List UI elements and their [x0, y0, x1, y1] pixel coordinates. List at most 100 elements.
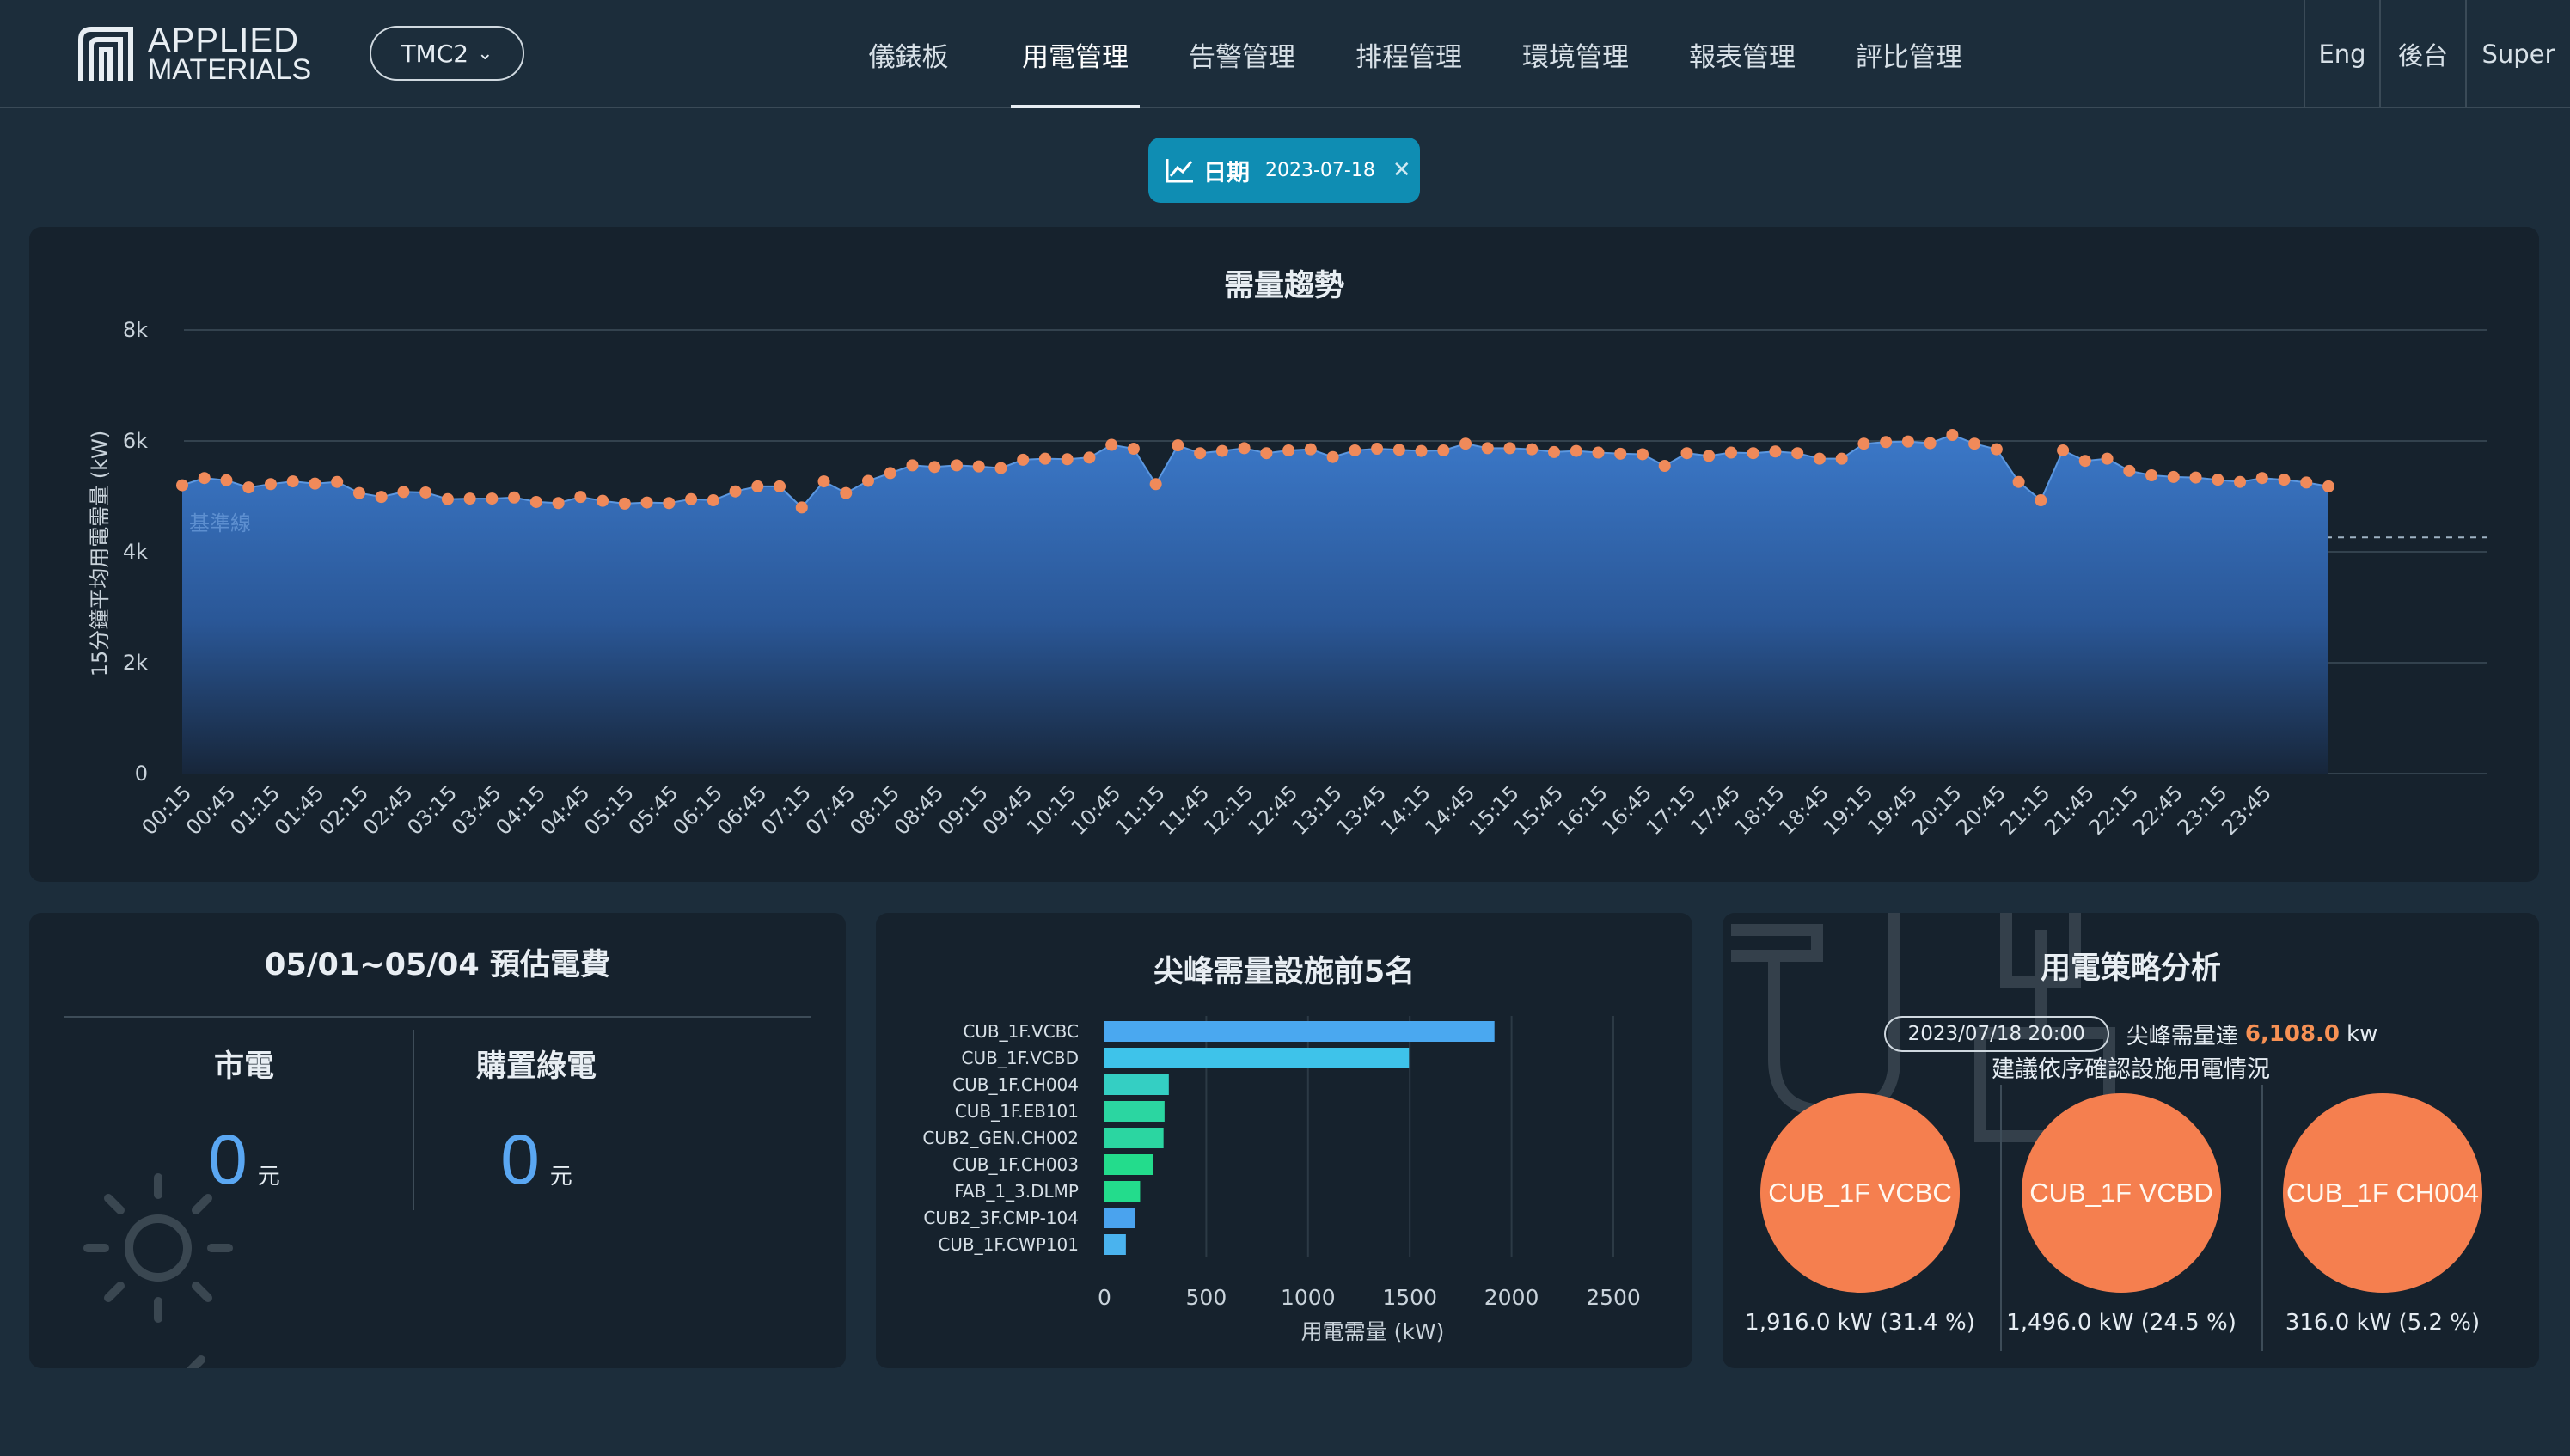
trend-y-tick-label: 4k	[123, 540, 148, 564]
trend-x-tick-label: 15:15	[1465, 780, 1524, 840]
demand-point	[2035, 494, 2047, 507]
demand-point	[1437, 444, 1450, 456]
trend-y-tick-label: 6k	[123, 429, 148, 453]
site-selector-button[interactable]: TMC2 ⌄	[370, 26, 524, 81]
trend-x-tick-label: 16:45	[1598, 780, 1657, 840]
facility-circle-2[interactable]: CUB_1F VCBD	[2022, 1093, 2221, 1293]
strategy-item-2: CUB_1F VCBD 1,496.0 kW (24.5 %)	[1992, 1093, 2250, 1351]
demand-point	[1215, 444, 1228, 457]
demand-point	[663, 497, 676, 510]
trend-x-tick-label: 08:45	[890, 780, 949, 840]
trend-x-tick-label: 04:45	[535, 780, 595, 840]
demand-point	[950, 459, 963, 472]
logo-line-1: APPLIED	[148, 21, 299, 59]
nav-benchmark-management[interactable]: 評比管理	[1826, 0, 1992, 108]
demand-point	[1901, 435, 1914, 448]
trend-x-tick-label: 15:45	[1509, 780, 1569, 840]
bar-category-label: CUB2_3F.CMP-104	[923, 1208, 1079, 1228]
trend-x-tick-label: 23:15	[2173, 780, 2232, 840]
demand-point	[1592, 446, 1605, 459]
bar-x-tick-label: 2500	[1586, 1285, 1641, 1310]
demand-point	[309, 477, 321, 490]
demand-point	[1791, 447, 1804, 460]
nav-alarm-management[interactable]: 告警管理	[1159, 0, 1325, 108]
facility-circle-3[interactable]: CUB_1F CH004	[2283, 1093, 2482, 1293]
chevron-down-icon: ⌄	[477, 42, 493, 64]
demand-point	[618, 497, 631, 510]
demand-point	[508, 491, 521, 504]
peak-summary: 2023/07/18 20:00 尖峰需量達 6,108.0 kw	[1723, 1016, 2539, 1052]
demand-point	[840, 486, 853, 499]
green-power-unit: 元	[549, 1163, 572, 1189]
demand-point	[862, 474, 875, 487]
demand-point	[2234, 475, 2247, 488]
nav-power-management[interactable]: 用電管理	[992, 0, 1159, 108]
demand-area	[182, 435, 2328, 774]
demand-point	[375, 491, 388, 504]
demand-point	[574, 491, 587, 504]
trend-x-tick-label: 02:15	[314, 780, 373, 840]
demand-point	[486, 492, 499, 505]
bar-category-label: CUB_1F.EB101	[955, 1101, 1079, 1122]
trend-x-tick-label: 21:45	[2040, 780, 2099, 840]
trend-x-tick-label: 11:45	[1155, 780, 1215, 840]
nav-environment-management[interactable]: 環境管理	[1492, 0, 1659, 108]
trend-x-tick-label: 13:15	[1288, 780, 1347, 840]
grid-power-value: 0	[208, 1121, 248, 1199]
demand-point	[972, 460, 985, 473]
nav-report-management[interactable]: 報表管理	[1659, 0, 1826, 108]
trend-x-tick-label: 21:15	[1996, 780, 2055, 840]
nav-dashboard[interactable]: 儀錶板	[825, 0, 992, 108]
grid-power-label: 市電	[213, 1049, 274, 1084]
demand-point	[1990, 443, 2003, 456]
top-peak-facilities-panel: 尖峰需量設施前5名 0 500 1000 1500 2000 2500 CUB_1F.VCB…	[876, 913, 1692, 1368]
estimated-fee-panel: 05/01~05/04 預估電費 市電 0元 購置綠電 0元	[29, 913, 846, 1368]
bar-cub2-gen-ch002	[1104, 1128, 1164, 1148]
bar-category-label: CUB_1F.VCBD	[962, 1048, 1079, 1068]
demand-point	[352, 486, 365, 499]
demand-point	[1149, 478, 1162, 491]
bar-x-tick-label: 1500	[1382, 1285, 1437, 1310]
demand-point	[2057, 444, 2070, 456]
demand-point	[1946, 429, 1959, 442]
demand-point	[1194, 447, 1207, 460]
admin-backend-link[interactable]: 後台	[2379, 0, 2465, 108]
clear-date-icon[interactable]: ✕	[1392, 157, 1411, 183]
strategy-item-1: CUB_1F VCBC 1,916.0 kW (31.4 %)	[1731, 1093, 1989, 1351]
bar-fab-1-3-dlmp	[1104, 1181, 1141, 1202]
trend-x-tick-label: 19:15	[1819, 780, 1878, 840]
trend-x-tick-label: 10:45	[1067, 780, 1126, 840]
baseline-label: 基準線	[189, 511, 251, 535]
date-filter-chip[interactable]: 日期 2023-07-18 ✕	[1148, 138, 1420, 203]
demand-point	[1349, 444, 1361, 456]
trend-x-tick-label: 13:45	[1332, 780, 1392, 840]
demand-point	[751, 480, 764, 492]
demand-point	[1658, 460, 1671, 473]
trend-x-tick-label: 02:45	[358, 780, 418, 840]
applied-materials-logo[interactable]: APPLIED MATERIALS	[74, 22, 311, 88]
demand-trend-chart: 0 2k 4k 6k 8k 基準線 00:1500:4501:1501:4502:1502:…	[88, 318, 2487, 840]
bar-category-label: FAB_1_3.DLMP	[954, 1181, 1079, 1202]
strategy-item-3: CUB_1F CH004 316.0 kW (5.2 %)	[2254, 1093, 2512, 1351]
demand-point	[1724, 446, 1737, 459]
demand-point	[2145, 468, 2158, 481]
demand-point	[1172, 439, 1184, 452]
nav-schedule-management[interactable]: 排程管理	[1325, 0, 1492, 108]
date-filter-label: 日期	[1203, 159, 1250, 187]
language-switch-link[interactable]: Eng	[2304, 0, 2379, 108]
trend-y-axis-label: 15分鐘平均用電需量 (kW)	[88, 431, 112, 677]
demand-point	[1880, 436, 1893, 449]
trend-x-tick-label: 16:15	[1553, 780, 1612, 840]
demand-point	[2167, 470, 2180, 483]
demand-point	[2278, 474, 2291, 486]
demand-point	[817, 475, 830, 488]
demand-point	[707, 494, 719, 507]
demand-point	[1304, 443, 1317, 456]
trend-x-tick-label: 09:15	[933, 780, 993, 840]
user-menu-link[interactable]: Super	[2465, 0, 2570, 108]
facility-circle-1[interactable]: CUB_1F VCBC	[1760, 1093, 1960, 1293]
demand-point	[1503, 442, 1516, 455]
trend-x-tick-label: 22:45	[2128, 780, 2188, 840]
demand-point	[264, 478, 277, 491]
trend-x-tick-label: 14:15	[1376, 780, 1435, 840]
